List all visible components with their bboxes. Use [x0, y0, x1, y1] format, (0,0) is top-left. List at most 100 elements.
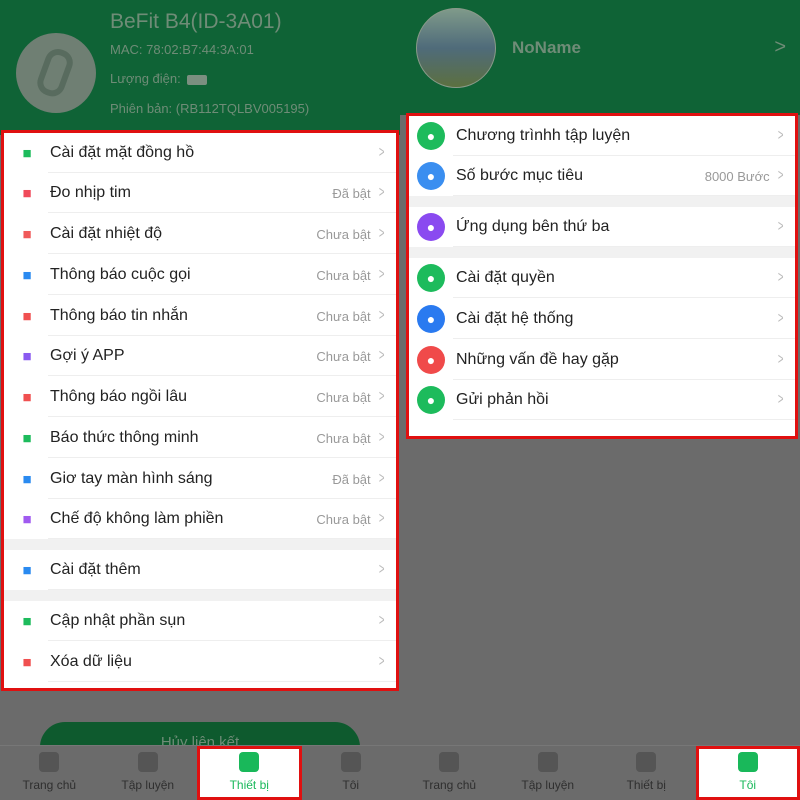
- person-icon: [737, 752, 758, 772]
- chevron-right-icon: >: [777, 167, 784, 184]
- item-label: Báo thức thông minh: [50, 429, 199, 446]
- system-gear-icon: ●: [417, 305, 445, 333]
- section-divider: [409, 196, 795, 207]
- list-item[interactable]: ■ Thông báo cuộc gọi Chưa bật >: [4, 255, 396, 295]
- tab-training[interactable]: Tập luyện: [499, 746, 598, 800]
- feedback-icon: ●: [417, 386, 445, 414]
- list-item[interactable]: ● Những vấn đề hay gặp >: [409, 340, 795, 380]
- chevron-right-icon: >: [777, 310, 784, 327]
- chevron-right-icon: >: [777, 218, 784, 235]
- user-name: NoName: [512, 38, 581, 57]
- gear-icon: ■: [22, 561, 32, 579]
- list-item[interactable]: ● Chương trìnhh tập luyện >: [409, 116, 795, 156]
- profile-header[interactable]: NoName >: [400, 0, 800, 115]
- smartphone-icon: ■: [22, 347, 32, 365]
- battery-icon: [186, 74, 207, 85]
- me-screen: NoName > ● Chương trìnhh tập luyện > ● Số…: [400, 0, 800, 800]
- bottom-nav: Trang chủ Tập luyện Thiết bị Tôi: [0, 745, 400, 800]
- bell-off-icon: ■: [22, 510, 32, 528]
- item-label: Ứng dụng bên thứ ba: [456, 218, 610, 235]
- list-item[interactable]: ■ Chế độ không làm phiền Chưa bật >: [4, 499, 396, 539]
- apps-icon: ●: [417, 213, 445, 241]
- list-item[interactable]: ■ Thông báo tin nhắn Chưa bật >: [4, 296, 396, 336]
- tab-training[interactable]: Tập luyện: [99, 746, 198, 800]
- tab-me[interactable]: Tôi: [695, 746, 800, 800]
- list-item[interactable]: ■ Cài đặt thêm >: [4, 550, 396, 590]
- bottom-nav: Trang chủ Tập luyện Thiết bị Tôi: [400, 745, 800, 800]
- item-label: Thông báo cuộc gọi: [50, 266, 191, 283]
- list-item[interactable]: ■ Đo nhịp tim Đã bật >: [4, 173, 396, 213]
- refresh-icon: ■: [22, 612, 32, 630]
- band-icon: [16, 33, 96, 113]
- list-item[interactable]: ■ Cài đặt mặt đồng hồ >: [4, 133, 396, 173]
- list-item[interactable]: ■ Thông báo ngồi lâu Chưa bật >: [4, 377, 396, 417]
- tab-home[interactable]: Trang chủ: [0, 746, 99, 800]
- chevron-right-icon: >: [777, 391, 784, 408]
- chevron-right-icon: >: [378, 347, 385, 364]
- item-label: Cài đặt hệ thống: [456, 310, 574, 327]
- chevron-right-icon: >: [378, 653, 385, 670]
- item-value: Chưa bật: [316, 430, 371, 446]
- chevron-right-icon: >: [777, 269, 784, 286]
- watch-face-icon: ■: [22, 144, 32, 162]
- training-plan-icon: ●: [417, 122, 445, 150]
- home-icon: [39, 752, 60, 772]
- target-icon: ●: [417, 162, 445, 190]
- home-icon: [439, 752, 460, 772]
- item-label: Chế độ không làm phiền: [50, 510, 224, 527]
- tab-device[interactable]: Thiết bị: [197, 746, 302, 800]
- band-icon: [636, 752, 657, 772]
- list-item[interactable]: ● Cài đặt quyền >: [409, 258, 795, 298]
- item-label: Gợi ý APP: [50, 347, 125, 364]
- item-value: 8000 Bước: [704, 168, 770, 184]
- list-item[interactable]: ■ Xóa dữ liệu >: [4, 642, 396, 682]
- firmware-version: Phiên bản: (RB112TQLBV005195): [110, 101, 310, 116]
- chevron-right-icon: >: [378, 266, 385, 283]
- battery-label: Lượng điện:: [110, 71, 181, 86]
- chevron-right-icon: >: [378, 184, 385, 201]
- chevron-right-icon: >: [378, 225, 385, 242]
- list-item[interactable]: ■ Gợi ý APP Chưa bật >: [4, 336, 396, 376]
- tab-label: Thiết bị: [626, 778, 666, 792]
- tab-home[interactable]: Trang chủ: [400, 746, 499, 800]
- chevron-right-icon: >: [774, 36, 786, 58]
- list-item[interactable]: ● Cài đặt hệ thống >: [409, 299, 795, 339]
- list-item[interactable]: ● Ứng dụng bên thứ ba >: [409, 207, 795, 247]
- phone-icon: ■: [22, 266, 32, 284]
- mac-address: MAC: 78:02:B7:44:3A:01: [110, 42, 254, 57]
- list-item[interactable]: ● Số bước mục tiêu 8000 Bước >: [409, 156, 795, 196]
- tab-me[interactable]: Tôi: [302, 746, 401, 800]
- section-divider: [409, 247, 795, 258]
- chevron-right-icon: >: [378, 612, 385, 629]
- alarm-icon: ■: [22, 429, 32, 447]
- chevron-right-icon: >: [378, 470, 385, 487]
- item-value: Chưa bật: [316, 226, 371, 242]
- tab-label: Tập luyện: [521, 778, 575, 792]
- chevron-right-icon: >: [378, 144, 385, 161]
- item-value: Chưa bật: [316, 348, 371, 364]
- message-icon: ■: [22, 307, 32, 325]
- device-settings-list: ■ Cài đặt mặt đồng hồ > ■ Đo nhịp tim Đã …: [1, 130, 399, 691]
- list-item[interactable]: ■ Báo thức thông minh Chưa bật >: [4, 418, 396, 458]
- list-item[interactable]: ■ Cập nhật phần sụn >: [4, 601, 396, 641]
- band-icon: [239, 752, 260, 772]
- item-label: Thông báo tin nhắn: [50, 307, 188, 324]
- item-label: Giơ tay màn hình sáng: [50, 470, 213, 487]
- item-value: Đã bật: [332, 471, 371, 487]
- item-label: Đo nhịp tim: [50, 184, 131, 201]
- list-item[interactable]: ● Gửi phản hồi >: [409, 380, 795, 420]
- tab-label: Trang chủ: [422, 778, 477, 792]
- item-value: Chưa bật: [316, 389, 371, 405]
- avatar[interactable]: [416, 8, 496, 88]
- chevron-right-icon: >: [378, 510, 385, 527]
- device-header: BeFit B4(ID-3A01) MAC: 78:02:B7:44:3A:01…: [0, 0, 400, 135]
- list-item[interactable]: ■ Giơ tay màn hình sáng Đã bật >: [4, 459, 396, 499]
- chevron-right-icon: >: [777, 127, 784, 144]
- chevron-right-icon: >: [378, 561, 385, 578]
- item-value: Chưa bật: [316, 267, 371, 283]
- tab-device[interactable]: Thiết bị: [597, 746, 696, 800]
- tab-label: Trang chủ: [22, 778, 77, 792]
- tab-label: Thiết bị: [229, 778, 269, 792]
- tab-label: Tôi: [342, 778, 360, 792]
- list-item[interactable]: ■ Cài đặt nhiệt độ Chưa bật >: [4, 214, 396, 254]
